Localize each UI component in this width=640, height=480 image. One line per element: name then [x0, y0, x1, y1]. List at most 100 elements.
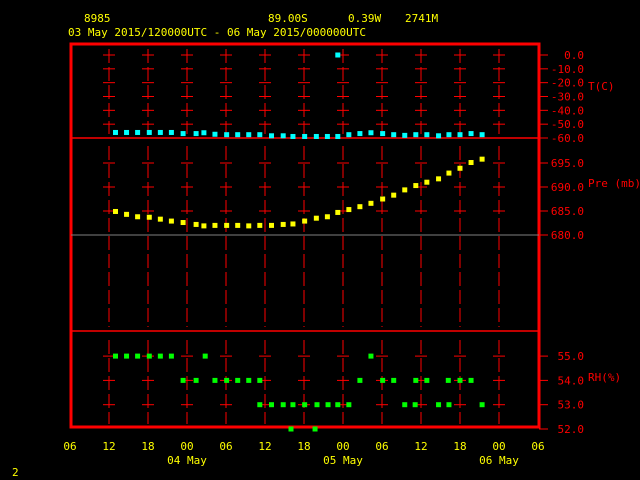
station-id: 8985: [84, 12, 111, 25]
temperature-point: [235, 132, 241, 138]
rh-point: [346, 402, 352, 408]
pressure-point: [193, 221, 199, 227]
elevation: 2741M: [405, 12, 438, 25]
pressure-point: [224, 222, 230, 228]
grid: [103, 49, 505, 424]
pressure-point: [457, 165, 463, 171]
x-tick-label: 06: [375, 440, 388, 453]
temperature-point: [313, 133, 319, 139]
pressure-point: [180, 220, 186, 226]
rh-point: [235, 377, 241, 383]
temperature-point: [324, 133, 330, 139]
rh-point: [288, 426, 294, 432]
pressure-point: [113, 208, 118, 214]
longitude: 0.39W: [348, 12, 381, 25]
pressure-point: [324, 214, 330, 220]
x-tick-label: 00: [492, 440, 505, 453]
pressure-point: [235, 222, 241, 228]
pressure-point: [246, 223, 252, 229]
temperature-point: [113, 129, 118, 135]
rh-point: [212, 377, 218, 383]
temperature-point: [424, 132, 430, 138]
pressure-point: [168, 218, 174, 224]
latitude: 89.00S: [268, 12, 308, 25]
temperature-point: [157, 129, 163, 135]
temperature-point: [280, 133, 286, 139]
pressure-point: [302, 218, 308, 224]
page-number: 2: [12, 466, 19, 479]
y-tick-label: -50.0: [551, 118, 584, 131]
time-range: 03 May 2015/120000UTC - 06 May 2015/0000…: [68, 26, 366, 39]
y-tick-label: 55.0: [558, 350, 585, 363]
temperature-point: [391, 132, 397, 138]
pressure-point: [257, 222, 263, 228]
temperature-point: [224, 132, 230, 138]
rh-point: [412, 402, 418, 408]
temperature-point: [402, 132, 408, 138]
temperature-point: [193, 131, 199, 137]
y-axis-label: Pre (mb): [588, 177, 640, 190]
rh-point: [424, 377, 430, 383]
pressure-point: [212, 222, 218, 228]
rh-point: [413, 377, 419, 383]
temperature-point: [168, 129, 174, 135]
temperature-point: [413, 132, 419, 138]
x-tick-label: 12: [258, 440, 271, 453]
rh-point: [180, 377, 186, 383]
x-tick-label: 18: [453, 440, 466, 453]
pressure-point: [479, 156, 485, 162]
pressure-point: [446, 170, 452, 176]
rh-point: [246, 377, 252, 383]
y-tick-label: -40.0: [551, 104, 584, 117]
y-tick-label: -30.0: [551, 91, 584, 104]
pressure-point: [413, 183, 419, 189]
temperature-point: [457, 132, 463, 138]
y-tick-label: 680.0: [551, 229, 584, 242]
x-tick-label: 18: [141, 440, 154, 453]
pressure-point: [124, 211, 130, 217]
temperature-point: [257, 132, 263, 138]
x-tick-label: 06: [63, 440, 76, 453]
temperature-point: [269, 133, 274, 139]
pressure-point: [346, 207, 352, 213]
rh-point: [168, 353, 174, 359]
temperature-point: [380, 131, 386, 137]
pressure-point: [368, 200, 374, 206]
y-tick-label: 690.0: [551, 181, 584, 194]
rh-point: [436, 402, 442, 408]
pressure-point: [146, 214, 152, 220]
x-tick-label: 12: [102, 440, 115, 453]
pressure-point: [290, 221, 296, 227]
date-label: 06 May: [479, 454, 519, 467]
temperature-point: [212, 131, 218, 137]
temperature-point: [302, 133, 308, 139]
rh-point: [325, 402, 331, 408]
pressure-point: [424, 179, 430, 185]
y-tick-label: 695.0: [551, 157, 584, 170]
y-axis-label: RH(%): [588, 371, 621, 384]
rh-point: [269, 402, 274, 408]
rh-point: [257, 402, 263, 408]
pressure-point: [436, 176, 442, 182]
temperature-point: [446, 132, 452, 138]
rh-point: [124, 353, 130, 359]
temperature-point: [290, 133, 296, 139]
x-tick-label: 18: [297, 440, 310, 453]
rh-point: [380, 377, 386, 383]
rh-point: [193, 377, 199, 383]
y-axis-label: T(C): [588, 80, 615, 93]
temperature-point: [335, 133, 341, 139]
rh-point: [257, 377, 263, 383]
rh-point: [357, 377, 363, 383]
y-tick-label: 52.0: [558, 423, 585, 436]
pressure-point: [468, 160, 474, 166]
x-tick-label: 06: [531, 440, 544, 453]
pressure-point: [357, 204, 363, 210]
pressure-point: [201, 223, 207, 229]
temperature-point: [180, 131, 186, 137]
pressure-point: [335, 209, 341, 215]
y-tick-label: 685.0: [551, 205, 584, 218]
temperature-point: [201, 130, 207, 136]
rh-point: [391, 377, 397, 383]
rh-point: [445, 377, 451, 383]
